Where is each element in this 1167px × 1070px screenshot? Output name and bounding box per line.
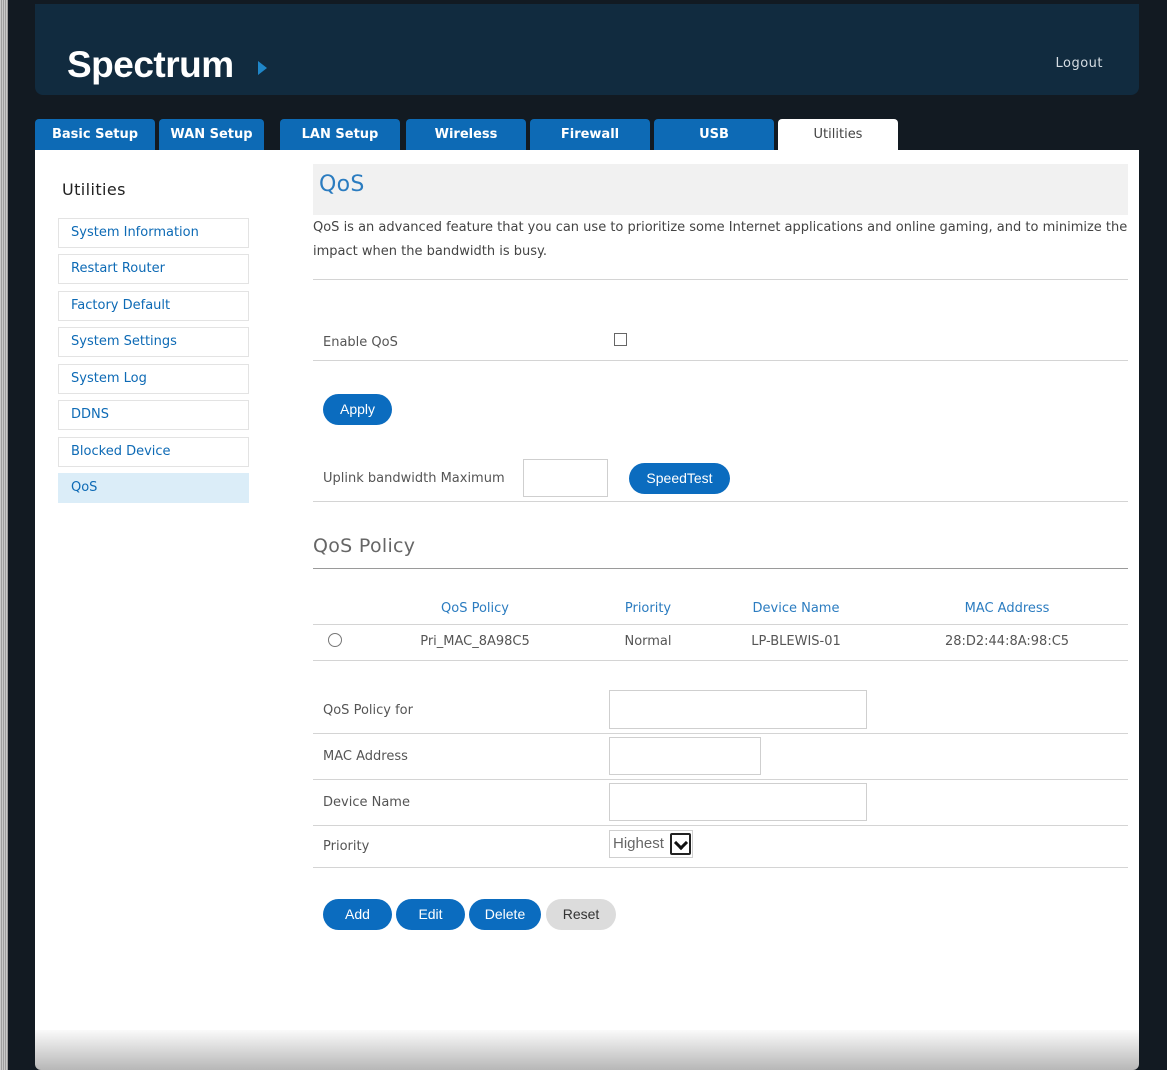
sidebar-title: Utilities bbox=[62, 180, 126, 199]
speedtest-button[interactable]: SpeedTest bbox=[629, 463, 730, 494]
device-name-input[interactable] bbox=[609, 783, 867, 821]
priority-select[interactable]: Highest bbox=[609, 830, 693, 858]
divider bbox=[313, 733, 1128, 734]
mac-address-input[interactable] bbox=[609, 737, 761, 775]
divider bbox=[313, 779, 1128, 780]
logo-arrow-icon bbox=[258, 61, 267, 75]
priority-selected-value: Highest bbox=[613, 835, 664, 852]
reset-button[interactable]: Reset bbox=[546, 899, 616, 930]
enable-qos-checkbox[interactable] bbox=[614, 333, 627, 346]
divider bbox=[313, 660, 1128, 661]
policy-device-cell: LP-BLEWIS-01 bbox=[751, 634, 841, 649]
qos-policy-heading: QoS Policy bbox=[313, 535, 416, 557]
column-header-priority: Priority bbox=[624, 601, 672, 616]
divider bbox=[313, 825, 1128, 826]
header: Spectrum Logout bbox=[35, 4, 1139, 95]
tab-usb[interactable]: USB bbox=[654, 119, 774, 150]
spectrum-logo: Spectrum bbox=[67, 44, 234, 85]
sidebar-item-system-settings[interactable]: System Settings bbox=[58, 327, 249, 357]
sidebar-item-blocked-device[interactable]: Blocked Device bbox=[58, 437, 249, 467]
divider bbox=[313, 624, 1128, 625]
tab-firewall[interactable]: Firewall bbox=[530, 119, 650, 150]
page-description: QoS is an advanced feature that you can … bbox=[313, 220, 1128, 259]
qos-policy-for-label: QoS Policy for bbox=[323, 703, 413, 718]
tab-lan-setup[interactable]: LAN Setup bbox=[280, 119, 400, 150]
apply-button[interactable]: Apply bbox=[323, 394, 392, 425]
sidebar-item-restart-router[interactable]: Restart Router bbox=[58, 254, 249, 284]
priority-label: Priority bbox=[323, 839, 370, 854]
tab-utilities[interactable]: Utilities bbox=[778, 119, 898, 150]
uplink-bandwidth-label: Uplink bandwidth Maximum bbox=[323, 471, 505, 486]
divider bbox=[313, 501, 1128, 502]
column-header-device-name: Device Name bbox=[752, 601, 840, 616]
column-header-mac-address: MAC Address bbox=[964, 601, 1050, 616]
divider bbox=[313, 568, 1128, 569]
add-button[interactable]: Add bbox=[323, 899, 392, 930]
column-header-qos-policy: QoS Policy bbox=[441, 601, 509, 616]
main-tabs: Basic Setup WAN Setup LAN Setup Wireless… bbox=[35, 119, 1139, 150]
edit-button[interactable]: Edit bbox=[396, 899, 465, 930]
page-title-band bbox=[313, 164, 1128, 215]
content-panel: Utilities System Information Restart Rou… bbox=[35, 150, 1139, 1035]
page-title: QoS bbox=[319, 172, 365, 197]
window-edge bbox=[0, 0, 8, 1070]
delete-button[interactable]: Delete bbox=[469, 899, 541, 930]
sidebar-item-system-log[interactable]: System Log bbox=[58, 364, 249, 394]
chevron-down-icon[interactable] bbox=[670, 833, 691, 855]
tab-wireless[interactable]: Wireless bbox=[406, 119, 526, 150]
logout-link[interactable]: Logout bbox=[1055, 56, 1103, 71]
divider bbox=[313, 279, 1128, 280]
sidebar-item-qos[interactable]: QoS bbox=[58, 473, 249, 503]
tab-basic-setup[interactable]: Basic Setup bbox=[35, 119, 155, 150]
sidebar-item-factory-default[interactable]: Factory Default bbox=[58, 291, 249, 321]
policy-mac-cell: 28:D2:44:8A:98:C5 bbox=[944, 634, 1070, 649]
qos-policy-for-input[interactable] bbox=[609, 690, 867, 729]
footer-bar bbox=[35, 1030, 1139, 1070]
tab-wan-setup[interactable]: WAN Setup bbox=[159, 119, 264, 150]
sidebar-item-ddns[interactable]: DDNS bbox=[58, 400, 249, 430]
divider bbox=[313, 360, 1128, 361]
mac-address-label: MAC Address bbox=[323, 749, 408, 764]
policy-row-radio[interactable] bbox=[328, 633, 342, 647]
policy-name-cell: Pri_MAC_8A98C5 bbox=[420, 634, 530, 649]
enable-qos-label: Enable QoS bbox=[323, 335, 398, 350]
sidebar-item-system-information[interactable]: System Information bbox=[58, 218, 249, 248]
policy-priority-cell: Normal bbox=[624, 634, 672, 649]
device-name-label: Device Name bbox=[323, 795, 410, 810]
divider bbox=[313, 867, 1128, 868]
uplink-bandwidth-input[interactable] bbox=[523, 459, 608, 497]
